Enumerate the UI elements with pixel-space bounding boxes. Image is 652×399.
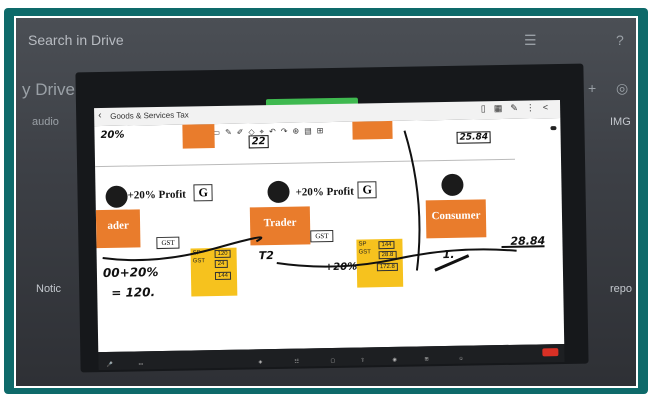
participants-button[interactable]: ☷ <box>294 359 299 365</box>
laptop-screen: ‹ Goods & Services Tax ▯▦✎⋮< ▭✎✐◇⌖↶↷⊕▤⊞ … <box>75 63 589 373</box>
help-icon: ? <box>616 32 624 48</box>
filter-icon: ☰ <box>524 32 537 48</box>
hand-one: 1. <box>442 247 455 262</box>
drive-title: y Drive <box>22 80 75 99</box>
breakout-button[interactable]: ⊞ <box>424 356 428 362</box>
hand-pct: +20% <box>324 261 358 274</box>
hand-t2: T2 <box>258 249 274 263</box>
eye-icon: ◎ <box>616 80 629 96</box>
stroke-2 <box>276 248 517 268</box>
drive-file-notice: Notic <box>36 283 62 295</box>
stroke-3 <box>403 130 421 271</box>
drive-search-text: Search in Drive <box>28 32 124 48</box>
drive-file-rep: repo <box>610 283 633 295</box>
hand-eq-2: = 120. <box>111 285 156 300</box>
mute-button[interactable]: 🎤 <box>106 362 112 368</box>
share-button[interactable]: ⇧ <box>360 357 364 363</box>
reactions-button[interactable]: ☺ <box>458 356 463 362</box>
whiteboard-canvas[interactable]: ▭✎✐◇⌖↶↷⊕▤⊞ 20% 22 25.84 +20% Profit G +2… <box>94 118 565 353</box>
video-button[interactable]: ▭ <box>138 361 143 367</box>
hand-result: 28.84 <box>510 234 546 248</box>
drive-file-audio: audio <box>32 116 59 128</box>
photo-content: Search in Drive y Drive audio Notic IMG … <box>14 16 638 388</box>
security-button[interactable]: ◈ <box>258 359 262 365</box>
record-button[interactable]: ◉ <box>392 357 396 363</box>
drive-file-img: IMG <box>610 116 631 128</box>
chat-button[interactable]: ▢ <box>330 358 335 364</box>
header-action-icons[interactable]: ▯▦✎⋮< <box>481 102 556 114</box>
back-arrow-icon[interactable]: ‹ <box>98 110 102 121</box>
end-button[interactable] <box>542 348 559 357</box>
app-title: Goods & Services Tax <box>110 110 189 121</box>
handwriting-strokes <box>102 130 545 272</box>
add-person-icon: + <box>588 80 597 96</box>
hand-eq-1: 00+20% <box>102 265 159 281</box>
stroke-1 <box>102 236 263 262</box>
